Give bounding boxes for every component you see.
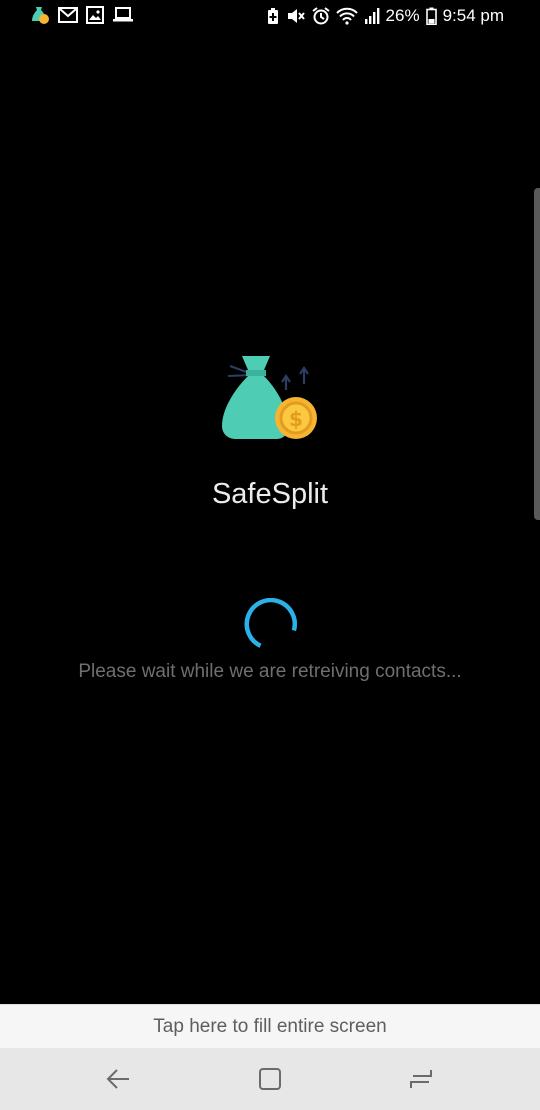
svg-text:$: $ — [289, 407, 303, 431]
gmail-icon — [58, 6, 78, 24]
fill-screen-banner[interactable]: Tap here to fill entire screen — [0, 1004, 540, 1048]
status-bar: 26% 9:54 pm — [0, 0, 540, 34]
clock: 9:54 pm — [442, 6, 504, 25]
back-icon[interactable] — [104, 1065, 132, 1093]
recents-icon[interactable] — [407, 1065, 435, 1093]
edge-panel-handle[interactable] — [534, 188, 540, 520]
app-title: SafeSplit — [211, 478, 329, 510]
money-bag-coin-icon: $ — [218, 352, 322, 444]
app-notification-icon — [30, 5, 50, 25]
status-system: 26% 9:54 pm — [266, 5, 504, 27]
laptop-icon — [112, 6, 134, 24]
navigation-bar — [0, 1048, 540, 1110]
splash-screen: 26% 9:54 pm $ SafeSplit Please wait whil… — [0, 0, 540, 1110]
status-notifications — [30, 5, 134, 25]
loading-message: Please wait while we are retreiving cont… — [78, 661, 462, 682]
alarm-icon — [311, 7, 330, 25]
mute-icon — [286, 7, 306, 25]
signal-icon — [364, 7, 380, 25]
image-icon — [86, 6, 104, 24]
home-icon[interactable] — [256, 1065, 284, 1093]
loading-spinner — [243, 597, 297, 652]
battery-icon — [425, 7, 437, 25]
wifi-icon — [335, 7, 358, 25]
battery-saver-icon — [266, 7, 280, 25]
battery-percent: 26% — [385, 6, 420, 25]
